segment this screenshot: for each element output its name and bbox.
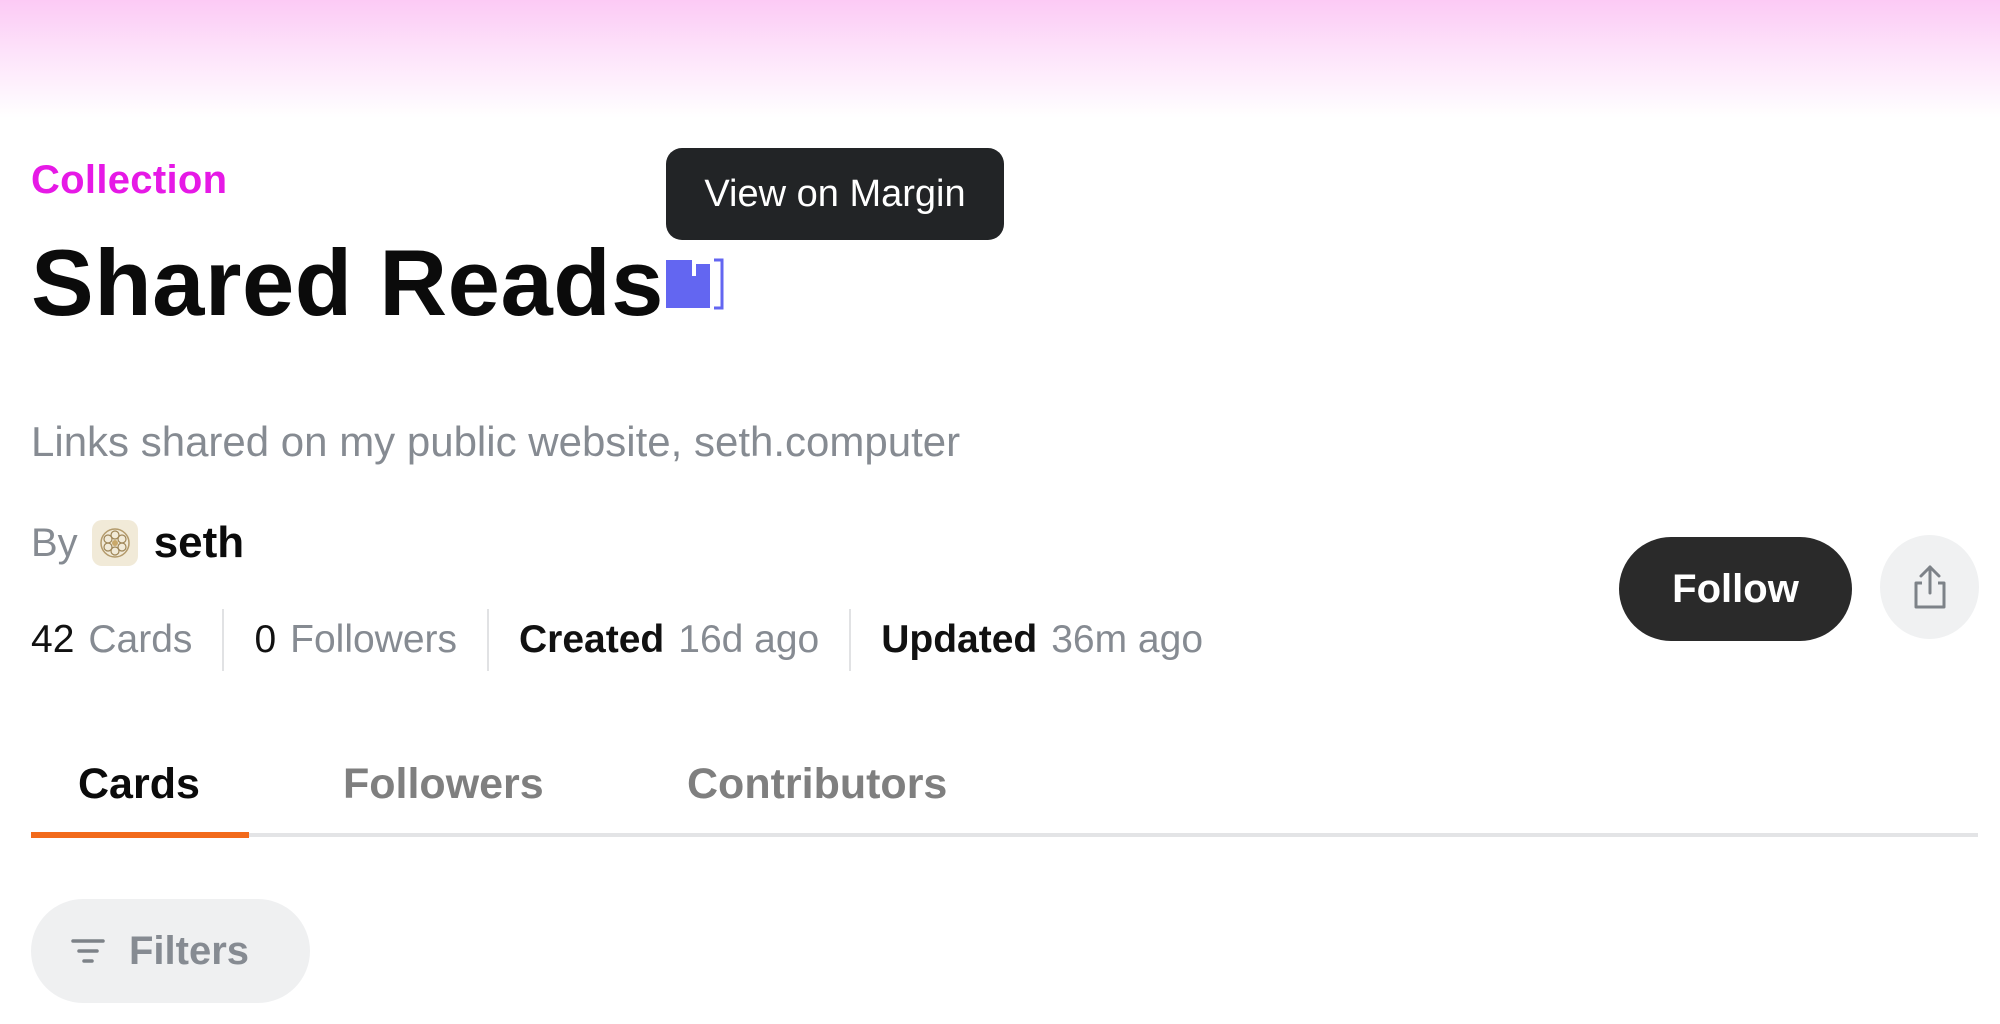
stat-divider: [222, 609, 225, 671]
avatar[interactable]: [91, 520, 138, 566]
stat-divider: [487, 609, 490, 671]
owner-name[interactable]: seth: [154, 518, 244, 568]
cards-stat: 42 Cards: [31, 618, 192, 662]
collection-page: Collection Shared Reads View on Margin L…: [31, 0, 1979, 1024]
view-on-margin-tooltip: View on Margin: [666, 148, 1004, 240]
share-icon: [1914, 565, 1945, 609]
stat-divider: [849, 609, 852, 671]
page-title: Shared Reads: [31, 230, 664, 335]
created-stat: Created 16d ago: [519, 618, 819, 662]
collection-description: Links shared on my public website, seth.…: [31, 418, 961, 465]
filters-label: Filters: [129, 928, 250, 973]
tab-contributors[interactable]: Contributors: [687, 760, 947, 809]
owner-row: By seth: [31, 518, 244, 568]
followers-label: Followers: [290, 618, 458, 661]
created-label: Created: [519, 618, 665, 661]
margin-icon[interactable]: [666, 258, 724, 310]
collection-type-label: Collection: [31, 158, 228, 202]
updated-value: 36m ago: [1051, 618, 1204, 661]
created-value: 16d ago: [678, 618, 820, 661]
tab-bar: [31, 740, 1978, 840]
filter-icon: [71, 939, 105, 963]
active-tab-indicator: [31, 832, 249, 838]
filters-button[interactable]: Filters: [31, 899, 310, 1003]
collection-stats: 42 Cards 0 Followers Created 16d ago Upd…: [31, 608, 1203, 672]
share-button[interactable]: [1880, 535, 1979, 639]
cards-label: Cards: [88, 618, 193, 661]
tab-track: [31, 833, 1978, 837]
by-label: By: [31, 520, 78, 565]
followers-stat: 0 Followers: [254, 618, 457, 662]
follow-button[interactable]: Follow: [1619, 537, 1852, 641]
tab-followers[interactable]: Followers: [343, 760, 544, 809]
updated-label: Updated: [881, 618, 1038, 661]
followers-count: 0: [254, 618, 277, 661]
tab-cards[interactable]: Cards: [78, 760, 200, 809]
cards-count: 42: [31, 618, 75, 661]
updated-stat: Updated 36m ago: [881, 618, 1203, 662]
